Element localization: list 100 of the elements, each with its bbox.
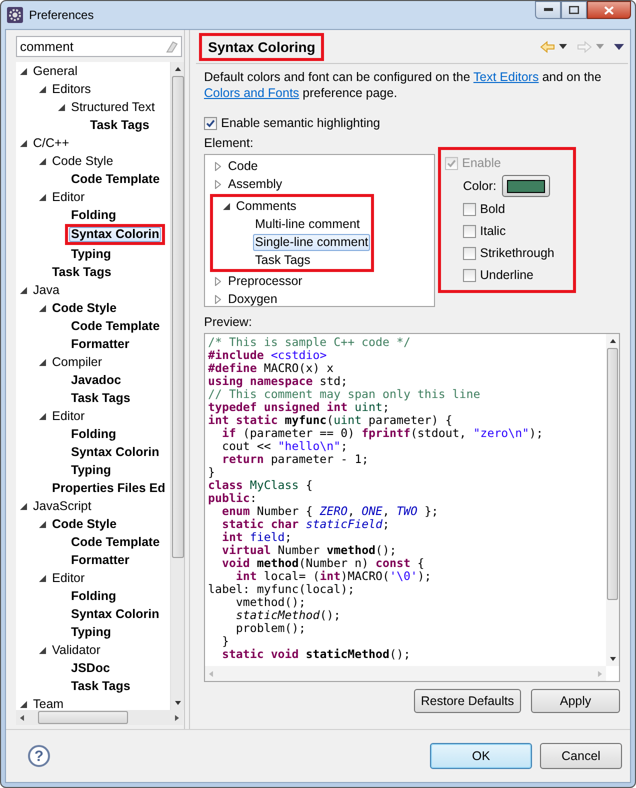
tree-item[interactable]: Typing <box>69 246 114 262</box>
tree-item[interactable]: Code Style <box>50 300 119 316</box>
color-label: Color: <box>463 179 496 193</box>
expanded-arrow-icon[interactable] <box>39 304 46 312</box>
tree-item[interactable]: Structured Text <box>69 98 157 116</box>
checkbox[interactable] <box>463 202 476 216</box>
collapsed-arrow-icon[interactable] <box>215 294 221 304</box>
tree-item[interactable]: Javadoc <box>69 372 124 388</box>
tree-item[interactable]: Formatter <box>69 336 132 352</box>
collapsed-arrow-icon[interactable] <box>215 276 221 286</box>
tree-item[interactable]: Typing <box>69 624 114 640</box>
checkbox-label: Strikethrough <box>480 246 554 260</box>
element-tree-item[interactable]: Doxygen <box>226 290 280 308</box>
preference-link[interactable]: Colors and Fonts <box>204 86 300 100</box>
close-icon <box>604 6 614 14</box>
checkbox-label: Underline <box>480 268 534 282</box>
expanded-arrow-icon[interactable] <box>39 520 46 528</box>
element-tree-item[interactable]: Code <box>226 158 260 174</box>
element-tree-item[interactable]: Task Tags <box>253 252 312 268</box>
checkbox-label: Enable semantic highlighting <box>221 116 380 130</box>
element-tree-item[interactable]: Preprocessor <box>226 272 304 290</box>
tree-item[interactable]: JSDoc <box>69 660 112 676</box>
expanded-arrow-icon[interactable] <box>20 140 27 146</box>
tree-item[interactable]: Task Tags <box>69 678 132 694</box>
tree-item[interactable]: Syntax Colorin <box>69 444 162 460</box>
vertical-scrollbar[interactable] <box>606 334 619 666</box>
checkbox-label: Enable <box>462 156 501 170</box>
filter-field[interactable]: comment <box>16 36 182 57</box>
tree-item[interactable]: Code Template <box>69 534 162 550</box>
tree-item[interactable]: JavaScript <box>31 498 94 514</box>
tree-item[interactable]: Validator <box>50 642 102 658</box>
preference-link[interactable]: Text Editors <box>473 70 539 84</box>
expanded-arrow-icon[interactable] <box>39 194 46 200</box>
checkbox[interactable] <box>204 116 217 130</box>
description-text: Default colors and font can be configured on the Text Editors and on the Colors and Fonts preference page. <box>204 69 602 101</box>
tree-item[interactable]: Syntax Colorin <box>69 227 162 242</box>
tree-item[interactable]: C/C++ <box>31 134 72 152</box>
expanded-arrow-icon[interactable] <box>39 412 46 420</box>
color-picker-button[interactable] <box>502 175 550 197</box>
vertical-scrollbar[interactable] <box>170 62 184 710</box>
tree-item[interactable]: Editor <box>50 408 87 424</box>
tree-item[interactable]: Folding <box>69 588 118 604</box>
tree-item[interactable]: Properties Files Ed <box>50 480 168 496</box>
section-label: Element: <box>204 136 254 150</box>
expanded-arrow-icon[interactable] <box>20 700 27 708</box>
checkbox[interactable] <box>463 268 476 282</box>
dialog-button[interactable]: Restore Defaults <box>414 689 521 713</box>
tree-item[interactable]: Typing <box>69 462 114 478</box>
tree-item[interactable]: Code Template <box>69 170 162 188</box>
tree-item[interactable]: Task Tags <box>50 264 114 280</box>
element-tree-item[interactable]: Comments <box>234 198 298 214</box>
tree-item[interactable]: Task Tags <box>69 390 132 406</box>
tree-item[interactable]: Compiler <box>50 354 104 370</box>
tree-item[interactable]: Code Style <box>50 152 116 170</box>
expanded-arrow-icon[interactable] <box>39 574 46 582</box>
collapsed-arrow-icon[interactable] <box>215 162 221 170</box>
checkbox[interactable] <box>463 246 476 260</box>
tree-item[interactable]: Folding <box>69 426 118 442</box>
dialog-button[interactable]: OK <box>430 743 532 769</box>
collapsed-arrow-icon[interactable] <box>215 180 221 188</box>
tree-item[interactable]: Editor <box>50 188 87 206</box>
tree-item[interactable]: Code Style <box>50 516 119 532</box>
expanded-arrow-icon[interactable] <box>39 646 46 654</box>
page-title: Syntax Coloring <box>199 32 324 60</box>
tree-item[interactable]: Task Tags <box>88 116 152 134</box>
dialog-button[interactable]: Cancel <box>540 743 622 769</box>
dialog-button[interactable]: Apply <box>531 689 620 713</box>
element-tree-item[interactable]: Multi-line comment <box>253 216 362 232</box>
tree-item[interactable]: Formatter <box>69 552 132 568</box>
tree-item[interactable]: Editors <box>50 80 93 98</box>
gear-icon <box>7 7 23 23</box>
help-button[interactable]: ? <box>28 745 50 767</box>
horizontal-scrollbar[interactable] <box>205 666 606 681</box>
expanded-arrow-icon[interactable] <box>58 104 65 110</box>
expanded-arrow-icon[interactable] <box>39 358 46 366</box>
tree-item[interactable]: Team <box>31 696 66 710</box>
expanded-arrow-icon[interactable] <box>39 86 46 92</box>
element-tree-item[interactable]: Single-line comment <box>253 234 370 250</box>
dropdown-caret-icon[interactable] <box>559 44 567 49</box>
section-label: Preview: <box>204 315 253 329</box>
checkbox[interactable] <box>463 224 476 238</box>
checkbox-label: Bold <box>480 202 506 216</box>
close-button[interactable] <box>587 1 631 19</box>
expanded-arrow-icon[interactable] <box>20 286 27 294</box>
tree-item[interactable]: Syntax Colorin <box>69 606 162 622</box>
tree-item[interactable]: Code Template <box>69 318 162 334</box>
tree-item[interactable]: Folding <box>69 206 118 224</box>
minimize-button[interactable] <box>535 1 561 19</box>
expanded-arrow-icon[interactable] <box>223 202 230 210</box>
view-menu-icon[interactable] <box>614 44 624 50</box>
maximize-button[interactable] <box>561 1 587 19</box>
expanded-arrow-icon[interactable] <box>20 502 27 510</box>
element-tree-item[interactable]: Assembly <box>226 176 284 192</box>
tree-item[interactable]: Java <box>31 282 62 298</box>
expanded-arrow-icon[interactable] <box>20 68 27 74</box>
tree-item[interactable]: Editor <box>50 570 87 586</box>
expanded-arrow-icon[interactable] <box>39 158 46 164</box>
horizontal-scrollbar[interactable] <box>16 710 183 725</box>
tree-item[interactable]: General <box>31 62 80 80</box>
window-title: Preferences <box>29 8 94 22</box>
